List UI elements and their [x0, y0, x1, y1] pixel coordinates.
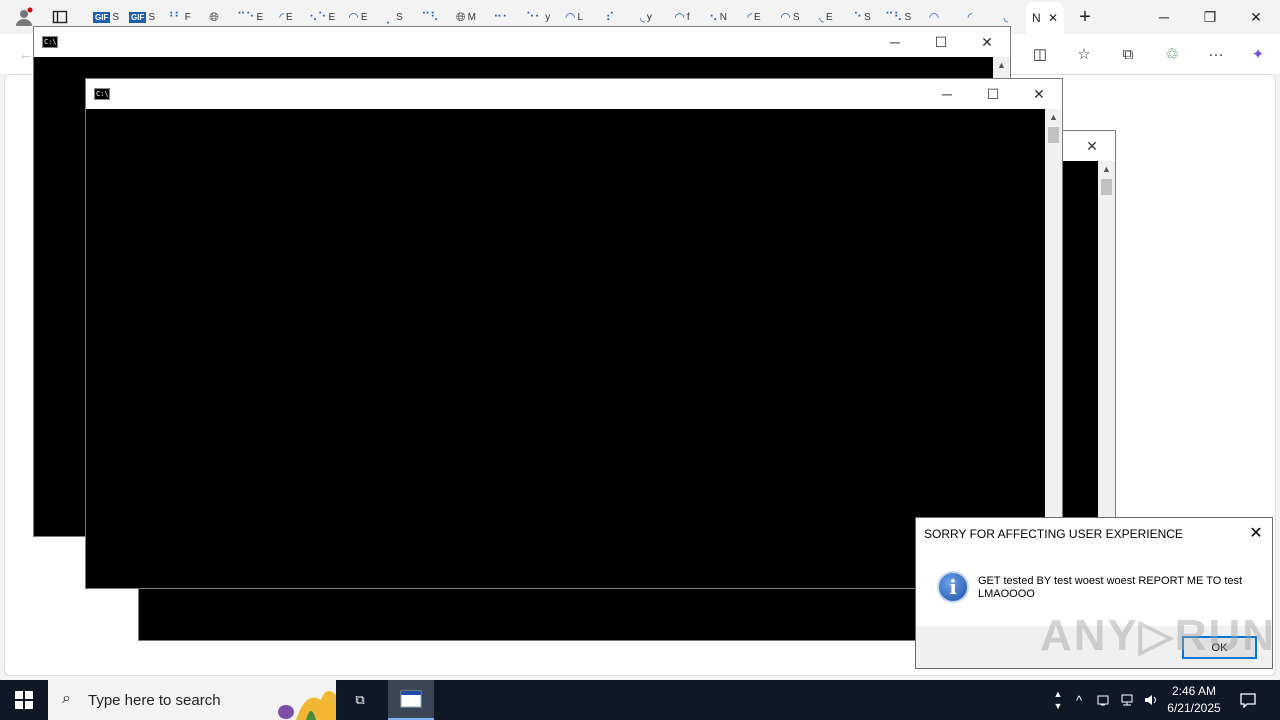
taskbar-search[interactable]: ⌕ Type here to search: [48, 680, 336, 720]
dialog-title: SORRY FOR AFFECTING USER EXPERIENCE: [924, 527, 1183, 541]
task-view-icon[interactable]: ⧉: [340, 680, 380, 720]
search-placeholder: Type here to search: [88, 691, 221, 709]
tab-globe-2[interactable]: 🌐︎ M: [450, 6, 482, 28]
tab-loading-17[interactable]: ◟ E: [810, 6, 842, 28]
tab-loading-20[interactable]: ◠: [918, 6, 950, 28]
console-2-titlebar: C:\_ ─ ☐ ✕: [86, 79, 1062, 109]
search-icon: ⌕: [62, 690, 71, 707]
start-button[interactable]: [0, 680, 48, 720]
tab-loading-10[interactable]: ◠ L: [558, 6, 590, 28]
close-icon[interactable]: ✕: [1069, 131, 1115, 161]
tab-loading-5[interactable]: ◠ E: [342, 6, 374, 28]
scroll-up-icon[interactable]: ▲: [1045, 109, 1062, 125]
minimize-button[interactable]: ─: [1141, 4, 1187, 30]
cmd-icon: C:\_: [94, 88, 113, 100]
tab-loading-14[interactable]: ⠢ N: [702, 6, 734, 28]
tab-loading-11[interactable]: ⠎: [594, 6, 626, 28]
tab-loading-15[interactable]: ◜ E: [738, 6, 770, 28]
scroll-up-icon[interactable]: ▲: [1098, 161, 1115, 177]
browser-essentials-icon[interactable]: ♲: [1158, 42, 1186, 66]
device-icon[interactable]: [1092, 680, 1114, 720]
info-icon: i: [937, 571, 969, 603]
search-highlight-image: [278, 691, 336, 720]
clock-time: 2:46 AM: [1171, 684, 1217, 698]
close-button[interactable]: ✕: [1233, 4, 1279, 30]
tab-loading-22[interactable]: ◟: [990, 6, 1022, 28]
tab-loading-4[interactable]: ⠢⠑ E: [306, 6, 338, 28]
system-clock[interactable]: 2:46 AM 6/21/2025: [1160, 683, 1228, 717]
watermark-logo: ANY▷RUN: [1040, 611, 1277, 660]
tab-gif-2[interactable]: GIF S: [126, 6, 158, 28]
cmd-icon: C:\_: [42, 36, 61, 48]
tab-loading-21[interactable]: ◜: [954, 6, 986, 28]
close-icon[interactable]: ✕: [1244, 522, 1268, 544]
active-tab[interactable]: N ✕: [1026, 2, 1064, 34]
scroll-thumb[interactable]: [1101, 179, 1112, 195]
tab-actions-icon[interactable]: [44, 6, 76, 28]
restore-button[interactable]: ❐: [1187, 4, 1233, 30]
tab-globe-1[interactable]: 🌐︎: [198, 6, 230, 28]
volume-icon[interactable]: [1140, 680, 1162, 720]
more-icon[interactable]: ···: [1202, 42, 1230, 66]
tab-loading-7[interactable]: ⠉⠣: [414, 6, 446, 28]
tab-loading-18[interactable]: ⠑ S: [846, 6, 878, 28]
collections-icon[interactable]: ⧉: [1114, 42, 1142, 66]
tab-loading-13[interactable]: ◠ f: [666, 6, 698, 28]
network-icon[interactable]: [1116, 680, 1138, 720]
favorites-icon[interactable]: ☆: [1070, 42, 1098, 66]
notification-icon[interactable]: [1234, 680, 1262, 720]
scroll-up-icon[interactable]: ▲: [993, 57, 1010, 73]
dialog-message: GET tested BY test woest woest REPORT ME…: [978, 575, 1243, 600]
maximize-icon[interactable]: ☐: [918, 27, 964, 57]
tab-loading-19[interactable]: ⠉⠣ S: [882, 6, 914, 28]
tab-loading-12[interactable]: ◟ y: [630, 6, 662, 28]
active-tab-label: N: [1032, 11, 1041, 25]
minimize-icon[interactable]: ─: [872, 27, 918, 57]
close-icon[interactable]: ✕: [1016, 79, 1062, 109]
close-tab-icon[interactable]: ✕: [1048, 11, 1058, 25]
taskbar: ⌕ Type here to search ⧉ ▲ ▼ ^ 2:46 AM 6/2…: [0, 680, 1280, 720]
tab-loading-6[interactable]: ⡀ S: [378, 6, 410, 28]
tab-loading-2[interactable]: ⠉⠑ E: [234, 6, 266, 28]
tab-loading-16[interactable]: ◠ S: [774, 6, 806, 28]
taskbar-scroll-icon[interactable]: ▲ ▼: [1050, 680, 1066, 720]
console-window-2[interactable]: C:\_ ─ ☐ ✕ ▲: [85, 78, 1063, 589]
scroll-thumb[interactable]: [1048, 127, 1059, 143]
tab-gif-1[interactable]: GIF S: [90, 6, 122, 28]
tab-loading-8[interactable]: ⠒⠂: [486, 6, 518, 28]
show-hidden-icons[interactable]: ^: [1068, 680, 1090, 720]
console-1-titlebar: C:\_ ─ ☐ ✕: [34, 27, 1010, 57]
windows-icon: [15, 691, 33, 709]
minimize-icon[interactable]: ─: [924, 79, 970, 109]
maximize-icon[interactable]: ☐: [970, 79, 1016, 109]
profile-icon[interactable]: [8, 6, 40, 28]
close-icon[interactable]: ✕: [964, 27, 1010, 57]
tab-loading-1[interactable]: ⠘⠃ F: [162, 6, 194, 28]
clock-date: 6/21/2025: [1167, 701, 1221, 715]
copilot-icon[interactable]: ✦: [1244, 42, 1272, 66]
new-tab-button[interactable]: +: [1062, 4, 1108, 30]
tab-loading-9[interactable]: ⠑⠂ y: [522, 6, 554, 28]
tab-loading-3[interactable]: ◜ E: [270, 6, 302, 28]
split-screen-icon[interactable]: ◫: [1026, 42, 1054, 66]
taskbar-console-app[interactable]: [388, 680, 434, 720]
